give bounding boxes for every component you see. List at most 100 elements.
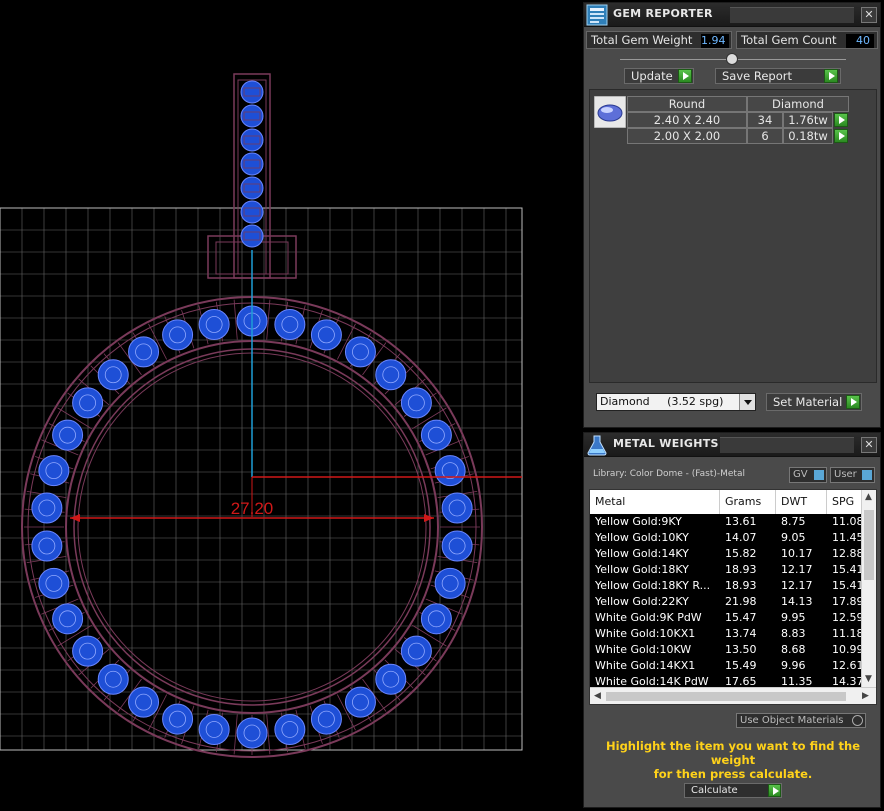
calculate-go-icon[interactable] xyxy=(768,784,781,797)
scroll-left-icon[interactable]: ◀ xyxy=(594,691,601,701)
metal-grams: 15.49 xyxy=(725,659,757,672)
gem-reporter-title: GEM REPORTER xyxy=(613,7,713,20)
gem-count: 34 xyxy=(747,112,783,128)
save-report-label: Save Report xyxy=(722,69,793,83)
total-gem-weight-value: 1.94 xyxy=(701,34,729,48)
ring-wireframe xyxy=(0,73,523,758)
metal-name: White Gold:14KX1 xyxy=(595,659,696,672)
metal-dwt: 8.83 xyxy=(781,627,806,640)
gem-size: 2.00 X 2.00 xyxy=(627,128,747,144)
metal-weights-title: METAL WEIGHTS xyxy=(613,437,719,450)
gv-toggle[interactable]: GV xyxy=(789,467,827,483)
close-icon[interactable]: ✕ xyxy=(861,437,877,453)
chevron-down-icon[interactable] xyxy=(739,394,755,410)
col-metal[interactable]: Metal xyxy=(590,490,720,514)
ring-gem xyxy=(375,663,407,695)
scroll-down-icon[interactable]: ▼ xyxy=(865,674,872,684)
ring-gem xyxy=(198,713,230,745)
gem-size: 2.40 X 2.40 xyxy=(627,112,747,128)
round-gem-icon xyxy=(594,96,626,128)
gem-reporter-titlebar[interactable]: GEM REPORTER ✕ xyxy=(584,3,880,27)
table-row[interactable]: Yellow Gold:10KY 14.07 9.05 11.45 xyxy=(590,530,864,546)
metal-name: White Gold:9K PdW xyxy=(595,611,702,624)
metal-dwt: 12.17 xyxy=(781,563,813,576)
metal-weights-titlebar[interactable]: METAL WEIGHTS ✕ xyxy=(584,433,880,457)
metal-grams: 15.82 xyxy=(725,547,757,560)
col-dwt[interactable]: DWT xyxy=(776,490,827,514)
ring-gem xyxy=(31,492,63,524)
metal-table[interactable]: Metal Grams DWT SPG Yellow Gold:9KY 13.61… xyxy=(589,489,877,705)
total-gem-count-label: Total Gem Count xyxy=(741,33,837,47)
metal-name: Yellow Gold:9KY xyxy=(595,515,682,528)
scroll-up-icon[interactable]: ▲ xyxy=(865,492,872,502)
ring-gem xyxy=(128,336,160,368)
ring-gem xyxy=(375,359,407,391)
ring-gem xyxy=(236,717,268,749)
table-row[interactable]: Yellow Gold:22KY 21.98 14.13 17.89 xyxy=(590,594,864,610)
metal-name: Yellow Gold:18KY R... xyxy=(595,579,711,592)
gem-list: Round Diamond 2.40 X 2.40 34 1.76tw 2.00… xyxy=(589,89,877,383)
scroll-thumb[interactable] xyxy=(864,510,874,580)
cad-viewport[interactable]: 27.20 xyxy=(0,0,580,811)
save-report-go-icon[interactable] xyxy=(824,69,838,83)
metal-dwt: 9.95 xyxy=(781,611,806,624)
update-go-icon[interactable] xyxy=(678,69,692,83)
horizontal-scrollbar[interactable]: ◀ ▶ xyxy=(590,687,876,704)
ring-gem xyxy=(441,492,473,524)
metal-weights-panel: METAL WEIGHTS ✕ Library: Color Dome - (F… xyxy=(583,432,881,808)
scroll-right-icon[interactable]: ▶ xyxy=(862,691,869,701)
table-row[interactable]: Yellow Gold:14KY 15.82 10.17 12.88 xyxy=(590,546,864,562)
metal-name: Yellow Gold:14KY xyxy=(595,547,689,560)
gem-report-icon xyxy=(586,4,608,26)
ring-gem xyxy=(441,530,473,562)
ring-gem xyxy=(274,309,306,341)
slider-handle[interactable] xyxy=(726,53,738,65)
gv-label: GV xyxy=(793,469,808,480)
ring-gem xyxy=(344,686,376,718)
metal-dwt: 8.75 xyxy=(781,515,806,528)
table-row[interactable]: White Gold:14KX1 15.49 9.96 12.61 xyxy=(590,658,864,674)
user-toggle[interactable]: User xyxy=(830,467,875,483)
metal-name: White Gold:10KW xyxy=(595,643,692,656)
close-icon[interactable]: ✕ xyxy=(861,7,877,23)
col-grams[interactable]: Grams xyxy=(720,490,776,514)
gem-row-go-icon[interactable] xyxy=(834,113,848,127)
table-row[interactable]: White Gold:9K PdW 15.47 9.95 12.59 xyxy=(590,610,864,626)
library-label: Library: Color Dome - (Fast)-Metal xyxy=(593,469,745,479)
table-row[interactable]: White Gold:10KW 13.50 8.68 10.99 xyxy=(590,642,864,658)
save-report-button[interactable]: Save Report xyxy=(715,68,841,84)
ring-gem xyxy=(434,455,466,487)
use-object-materials-toggle[interactable]: Use Object Materials xyxy=(736,713,866,728)
set-material-label: Set Material xyxy=(773,395,843,409)
set-material-go-icon[interactable] xyxy=(846,395,860,409)
table-row[interactable]: Yellow Gold:9KY 13.61 8.75 11.08 xyxy=(590,514,864,530)
gem-row-go-icon[interactable] xyxy=(834,129,848,143)
shape-header: Round xyxy=(627,96,747,112)
scroll-thumb[interactable] xyxy=(606,692,846,701)
ring-gem xyxy=(310,319,342,351)
ring-gem xyxy=(274,713,306,745)
metal-grams: 15.47 xyxy=(725,611,757,624)
ring-gem xyxy=(162,703,194,735)
table-row[interactable]: Yellow Gold:18KY 18.93 12.17 15.41 xyxy=(590,562,864,578)
table-row[interactable]: Yellow Gold:18KY R... 18.93 12.17 15.41 xyxy=(590,578,864,594)
instruction-line-2: for then press calculate. xyxy=(653,767,813,781)
user-label: User xyxy=(834,469,857,480)
calculate-label: Calculate xyxy=(691,785,738,796)
ring-gem xyxy=(344,336,376,368)
metal-grams: 13.50 xyxy=(725,643,757,656)
total-gem-count-value: 40 xyxy=(846,34,874,48)
metal-grams: 18.93 xyxy=(725,563,757,576)
ring-gem xyxy=(31,530,63,562)
material-select[interactable]: Diamond (3.52 spg) xyxy=(596,393,756,411)
vertical-scrollbar[interactable]: ▲ ▼ xyxy=(861,490,876,688)
gem-count: 6 xyxy=(747,128,783,144)
update-label: Update xyxy=(631,69,673,83)
ring-gem xyxy=(162,319,194,351)
use-object-materials-label: Use Object Materials xyxy=(740,715,844,726)
metal-grams: 18.93 xyxy=(725,579,757,592)
ring-gem xyxy=(434,567,466,599)
table-row[interactable]: White Gold:10KX1 13.74 8.83 11.18 xyxy=(590,626,864,642)
ring-gem xyxy=(72,387,104,419)
metal-dwt: 10.17 xyxy=(781,547,813,560)
